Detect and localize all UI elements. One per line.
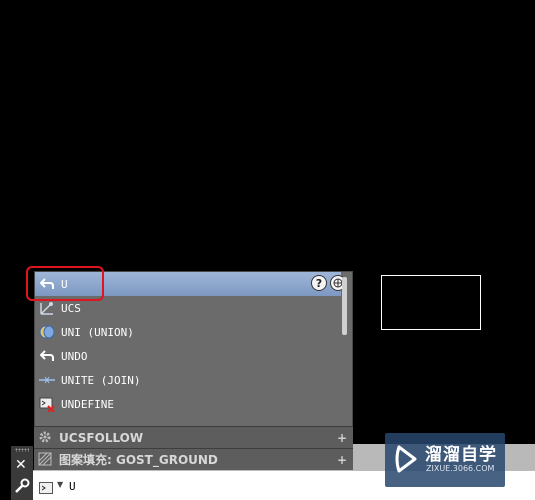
undefine-icon [39,396,55,412]
expand-button[interactable]: + [337,431,347,445]
history-label: UCSFOLLOW [59,430,144,445]
watermark: 溜溜自学 ZIXUE.3066.COM [385,433,505,487]
command-prompt-icon[interactable] [39,479,53,498]
ucs-icon [39,300,55,316]
autocomplete-label: UNITE (JOIN) [61,373,141,387]
autocomplete-label: UNDO [61,349,88,363]
autocomplete-label: UCS [61,301,81,315]
history-label: 图案填充: GOST_GROUND [59,453,218,467]
chevron-down-icon[interactable]: ▼ [57,480,63,489]
gear-icon [38,430,54,446]
annotation-highlight [26,266,104,301]
watermark-subtitle: ZIXUE.3066.COM [426,464,495,473]
autocomplete-label: UNI (UNION) [61,325,134,339]
drag-grip-handle[interactable] [15,448,29,452]
undo-arrow-icon [39,348,55,364]
autocomplete-scrollbar[interactable] [341,275,349,425]
hatch-icon [38,452,54,468]
scrollbar-thumb[interactable] [342,277,347,335]
history-row-hatch[interactable]: 图案填充: GOST_GROUND + [34,448,353,470]
drawn-rectangle[interactable] [381,275,481,330]
join-icon [39,372,55,388]
union-icon [39,324,55,340]
wrench-icon[interactable] [14,478,30,498]
autocomplete-label: UNDEFINE [61,397,114,411]
close-icon[interactable]: ✕ [15,457,27,473]
autocomplete-item-undefine[interactable]: UNDEFINE [35,392,341,416]
help-button[interactable]: ? [311,275,327,291]
autocomplete-item-union[interactable]: UNI (UNION) [35,320,341,344]
play-logo-icon [393,443,419,479]
autocomplete-item-unite[interactable]: UNITE (JOIN) [35,368,341,392]
autocomplete-item-undo[interactable]: UNDO [35,344,341,368]
command-line-side-panel: ✕ [11,446,33,500]
history-row-ucsfollow[interactable]: UCSFOLLOW + [34,426,353,448]
watermark-title: 溜溜自学 [425,445,497,465]
expand-button[interactable]: + [337,453,347,467]
